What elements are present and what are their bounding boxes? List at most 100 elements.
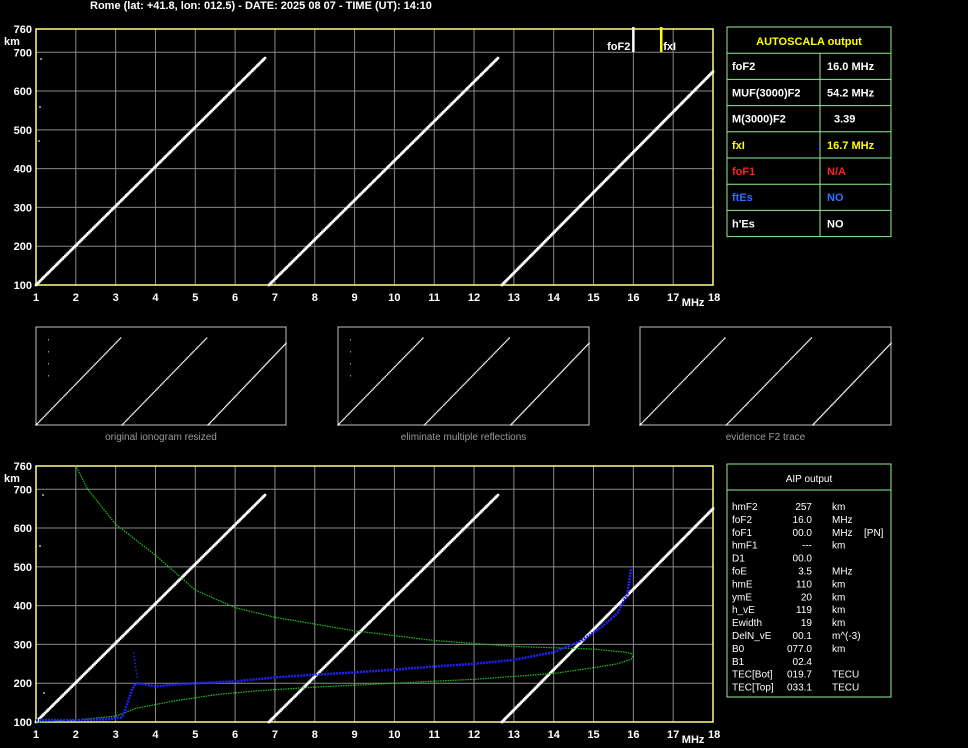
aip-row-name: h_vE (732, 605, 755, 616)
thumb-trace-point (111, 346, 113, 348)
thumb-trace-point (126, 419, 128, 421)
thumb-trace-point (55, 403, 58, 405)
thumb-trace-point (475, 370, 478, 373)
thumb-trace-point (728, 421, 730, 424)
thumb-trace-point (93, 364, 95, 367)
x-tick-label: 14 (548, 729, 561, 741)
thumb-trace-point (712, 349, 714, 352)
thumb-trace-point (77, 380, 79, 383)
y-tick-label: 400 (14, 164, 32, 176)
thumb-trace-point (486, 359, 489, 362)
thumb-trace-point (439, 408, 441, 410)
thumb-trace-point (650, 413, 652, 415)
thumb-trace-point (58, 400, 60, 403)
thumb-trace-point (128, 416, 130, 419)
thumb-trace-point (104, 353, 106, 355)
thumb-trace-point (158, 385, 161, 388)
thumb-trace-point (66, 392, 69, 394)
thumb-trace-point (146, 398, 149, 400)
thumb-trace-point (144, 400, 146, 403)
noise-point (39, 545, 41, 547)
thumb-trace-point (141, 403, 144, 405)
thumb-trace-point (797, 351, 799, 353)
thumb-trace-point (387, 373, 389, 375)
aip-row-value: --- (802, 541, 812, 552)
thumb-trace-point (400, 359, 402, 362)
thumb-trace-point (805, 342, 808, 344)
thumb-trace-point (71, 387, 73, 389)
thumb-trace-point (402, 357, 405, 359)
thumb-trace-point (673, 389, 675, 391)
thumb-trace-point (69, 389, 71, 391)
thumb-trace-point (179, 364, 181, 367)
thumb-trace-point (348, 413, 350, 415)
thumb-trace-point (809, 338, 811, 341)
thumb-trace-point (664, 398, 667, 400)
thumb-trace-point (121, 424, 123, 426)
x-tick-label: 3 (113, 729, 119, 741)
thumb-trace-point (657, 405, 659, 408)
thumb-trace-point (79, 378, 82, 380)
thumb-trace-point (747, 401, 749, 404)
thumb-trace-point (504, 341, 507, 343)
thumb-trace-point (113, 343, 116, 346)
thumb-trace-point (87, 370, 89, 373)
thumb-trace-point (438, 409, 440, 411)
x-tick-label: 2 (73, 292, 79, 304)
thumb-trace-point (453, 393, 456, 395)
thumb-trace-point (64, 394, 66, 396)
thumb-trace-point (366, 394, 368, 396)
x-tick-label: 10 (388, 729, 400, 741)
aip-row-value: 00.0 (793, 528, 813, 539)
thumb-trace-point (138, 406, 140, 409)
y-tick-label: 400 (14, 601, 32, 613)
x-tick-label: 10 (388, 292, 400, 304)
thumb-trace-point (122, 423, 124, 425)
thumb-trace-point (668, 394, 670, 396)
thumb-trace-point (492, 353, 495, 355)
thumb-trace-point (168, 375, 170, 378)
x-tick-label: 18 (708, 292, 720, 304)
x-axis-unit: MHz (682, 297, 705, 309)
thumb-trace-point (692, 369, 695, 372)
thumb-trace-point (394, 365, 396, 368)
x-tick-label: 2 (73, 729, 79, 741)
thumb-trace-point (186, 357, 188, 359)
thumb-trace-point (779, 369, 781, 372)
aip-row-value: 077.0 (787, 644, 812, 655)
y-tick-label: 500 (14, 562, 32, 574)
blue-profile-spike (132, 652, 139, 680)
thumb-trace-point (161, 383, 163, 385)
thumb-trace-point (663, 399, 665, 401)
thumb-trace-point (427, 420, 429, 422)
thumb-trace-point (502, 343, 504, 346)
trace-point (496, 56, 500, 60)
thumb-trace-point (383, 377, 385, 379)
thumb-trace-point (137, 408, 139, 410)
thumb-trace-point (47, 411, 49, 414)
thumb-trace-point (393, 367, 395, 369)
thumb-trace-point (781, 367, 783, 369)
x-tick-label: 14 (548, 292, 561, 304)
thumb-trace-point (396, 363, 399, 365)
thumb-trace-point (440, 406, 443, 409)
thumb-trace-point (395, 364, 397, 367)
thumb-trace-point (130, 414, 133, 416)
thumb-trace-point (132, 413, 134, 415)
thumb-trace-point (456, 390, 458, 393)
thumb-trace-point (46, 413, 48, 415)
thumb-trace-point (435, 411, 438, 414)
thumb-trace-point (116, 341, 118, 343)
thumb-trace-point (455, 392, 457, 394)
aip-row-name: TEC[Top] (732, 683, 774, 694)
thumb-trace-point (696, 365, 698, 368)
thumb-trace-point (737, 411, 740, 414)
thumb-trace-point (810, 337, 812, 339)
thumb-trace-point (472, 374, 474, 377)
thumb-trace-point (740, 409, 742, 411)
thumb-trace-point (420, 338, 423, 341)
thumb-trace-point (496, 349, 498, 352)
thumb-trace-point (127, 418, 129, 420)
thumb-trace-point (713, 348, 715, 351)
thumb-trace-point (43, 415, 46, 418)
